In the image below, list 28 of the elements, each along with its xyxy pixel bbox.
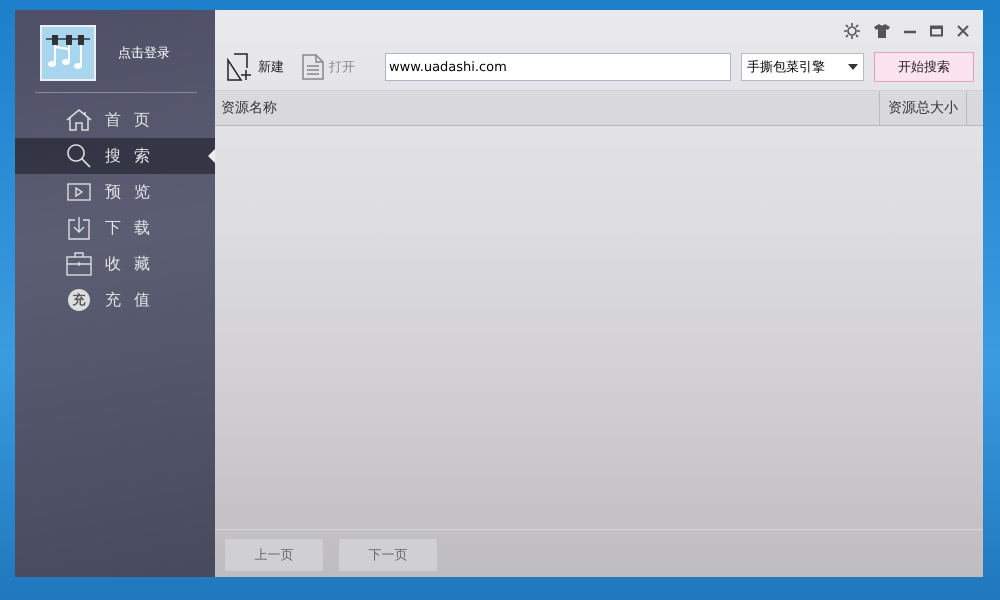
column-header[interactable]: 资源总大小 (879, 91, 967, 125)
nav-item[interactable]: 收 藏 (15, 246, 215, 282)
play-icon (67, 183, 91, 201)
engine-dropdown[interactable]: 手撕包菜引擎 (741, 53, 864, 81)
settings-icon[interactable] (844, 23, 860, 39)
nav-item[interactable]: 下 载 (15, 210, 215, 246)
briefcase-icon (66, 252, 92, 276)
nav-item[interactable]: 充 充 值 (15, 282, 215, 318)
download-icon (67, 216, 91, 240)
recharge-icon: 充 (68, 289, 90, 311)
home-icon (65, 108, 93, 132)
url-field[interactable]: www.uadashi.com (385, 53, 731, 81)
avatar-icon[interactable] (40, 25, 96, 81)
maximize-icon[interactable] (930, 25, 943, 37)
engine-label: 手撕包菜引擎 (747, 59, 825, 76)
document-icon (302, 54, 324, 80)
nav-item[interactable]: 搜 索 (15, 138, 215, 174)
close-icon[interactable] (957, 25, 969, 37)
nav-item[interactable]: 预 览 (15, 174, 215, 210)
nav-item[interactable]: 首 页 (15, 102, 215, 138)
new-file-icon (227, 53, 253, 81)
new-button[interactable]: 新建 (227, 53, 292, 81)
shirt-icon[interactable] (874, 24, 890, 38)
search-icon (66, 143, 92, 169)
column-header[interactable]: 资源名称 (215, 91, 879, 125)
dropdown-arrow-icon (848, 64, 858, 70)
start-search-button[interactable]: 开始搜索 (874, 52, 974, 82)
login-link[interactable]: 点击登录 (118, 44, 170, 62)
